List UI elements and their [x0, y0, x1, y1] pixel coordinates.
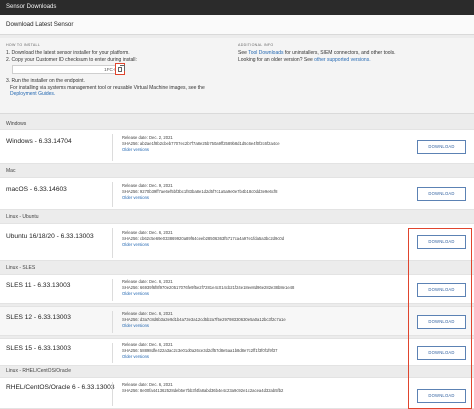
row-divider — [112, 134, 113, 161]
sensor-row-sles-12: SLES 12 - 6.33.13003 Release date: Dec. … — [0, 306, 474, 336]
sensor-row-sles-11: SLES 11 - 6.33.13003 Release date: Dec. … — [0, 274, 474, 304]
customer-id-field[interactable]: 1FC-B5 — [12, 65, 124, 74]
download-button[interactable]: DOWNLOAD — [417, 346, 466, 360]
sensor-row-rhel: RHEL/CentOS/Oracle 6 - 6.33.13003 Releas… — [0, 377, 474, 409]
sensor-row-windows: Windows - 6.33.14704 Release date: Dec. … — [0, 129, 474, 164]
older-versions-link[interactable]: Older versions — [122, 195, 277, 201]
sensor-name: Windows - 6.33.14704 — [6, 138, 72, 145]
additional-info-line-1-prefix: See — [238, 50, 247, 56]
older-versions-link[interactable]: Older versions — [122, 147, 280, 153]
app-title-bar: Sensor Downloads — [0, 0, 474, 15]
section-rhel: Linux - RHEL/CentOS/Oracle — [6, 368, 72, 374]
section-windows: Windows — [6, 121, 27, 127]
copy-checksum-button[interactable] — [115, 63, 125, 75]
sensor-meta: Release date: Dec. 6, 2021 SHA256: 8e00f… — [122, 382, 283, 394]
sensor-meta: Release date: Dec. 2, 2021 SHA256: ab2ae… — [122, 135, 280, 153]
install-step-3-detail-text: For installing via systems management to… — [10, 84, 205, 91]
older-versions-link[interactable]: Older versions — [122, 242, 284, 248]
download-button[interactable]: DOWNLOAD — [417, 235, 466, 249]
sensor-row-sles-15: SLES 15 - 6.33.13003 Release date: Dec. … — [0, 338, 474, 366]
additional-info-line-2: Looking for an older version? See other … — [238, 57, 468, 64]
older-versions-link[interactable]: Older versions — [122, 323, 286, 329]
section-ubuntu: Linux - Ubuntu — [6, 214, 39, 220]
row-divider — [112, 228, 113, 258]
sensor-name: macOS - 6.33.14603 — [6, 186, 67, 193]
row-divider — [112, 311, 113, 333]
section-mac: Mac — [6, 168, 16, 174]
how-to-install: HOW TO INSTALL 1. Download the latest se… — [6, 43, 231, 98]
sensor-meta: Release date: Dec. 6, 2021 SHA256: d3a7c… — [122, 311, 286, 329]
download-button[interactable]: DOWNLOAD — [417, 140, 466, 154]
sensor-name: SLES 11 - 6.33.13003 — [6, 282, 71, 289]
row-divider — [112, 182, 113, 207]
sensor-meta: Release date: Dec. 6, 2021 SHA256: 66939… — [122, 279, 294, 297]
download-button[interactable]: DOWNLOAD — [417, 283, 466, 297]
sha256: SHA256: 8e00fa441362528deb5e7bb3f4fa8abd… — [122, 388, 284, 393]
install-step-3-detail: For installing via systems management to… — [6, 85, 231, 98]
sensor-row-ubuntu: Ubuntu 16/18/20 - 6.33.13003 Release dat… — [0, 223, 474, 261]
deployment-guides-link[interactable]: Deployment Guides. — [10, 91, 55, 97]
sensor-row-macos: macOS - 6.33.14603 Release date: Dec. 9,… — [0, 177, 474, 210]
other-supported-versions-link[interactable]: other supported versions. — [314, 57, 370, 63]
tool-downloads-link[interactable]: Tool Downloads — [248, 50, 283, 56]
older-versions-link[interactable]: Older versions — [122, 291, 294, 297]
download-button[interactable]: DOWNLOAD — [417, 315, 466, 329]
sensor-name: Ubuntu 16/18/20 - 6.33.13003 — [6, 233, 94, 240]
sensor-name: SLES 12 - 6.33.13003 — [6, 314, 71, 321]
app-title: Sensor Downloads — [6, 4, 57, 10]
sensor-meta: Release date: Dec. 6, 2021 SHA256: 58898… — [122, 342, 277, 360]
row-divider — [112, 382, 113, 406]
section-sles: Linux - SLES — [6, 265, 36, 271]
row-divider — [112, 343, 113, 363]
additional-info-caption: ADDITIONAL INFO — [238, 43, 274, 47]
sensor-name: RHEL/CentOS/Oracle 6 - 6.33.13003 — [6, 384, 115, 391]
copy-icon — [118, 65, 125, 72]
additional-info-line-1-suffix: for uninstallers, SIEM connectors, and o… — [284, 50, 396, 56]
sensor-meta: Release date: Dec. 6, 2021 SHA256: cb62c… — [122, 230, 284, 248]
download-button[interactable]: DOWNLOAD — [417, 187, 466, 201]
additional-info: ADDITIONAL INFO See Tool Downloads for u… — [238, 43, 468, 63]
sensor-name: SLES 15 - 6.33.13003 — [6, 345, 71, 352]
page-heading: Download Latest Sensor — [0, 15, 474, 35]
download-button[interactable]: DOWNLOAD — [417, 389, 466, 403]
older-versions-link[interactable]: Older versions — [122, 354, 277, 360]
sensor-meta: Release date: Dec. 9, 2021 SHA256: 9270b… — [122, 183, 277, 201]
row-divider — [112, 279, 113, 301]
customer-id-row: 1FC-B5 — [12, 63, 231, 75]
how-to-install-caption: HOW TO INSTALL — [6, 43, 41, 47]
install-panel: HOW TO INSTALL 1. Download the latest se… — [0, 38, 474, 114]
additional-info-line-2-prefix: Looking for an older version? See — [238, 56, 313, 63]
